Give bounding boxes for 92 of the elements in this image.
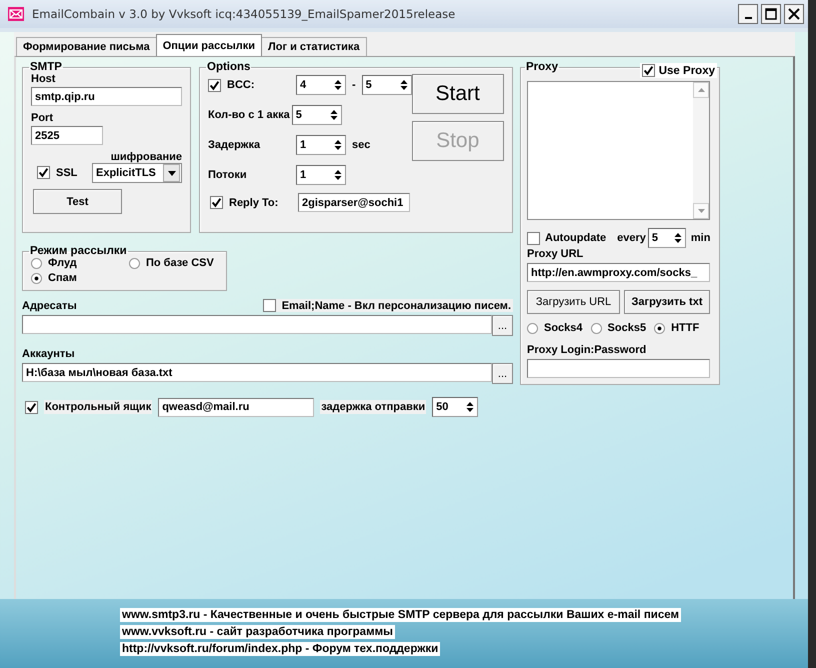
spin-arrows-icon	[333, 78, 343, 92]
proxy-login-field[interactable]	[527, 359, 710, 378]
field-label: Proxy URL	[527, 248, 584, 260]
spin-arrows-icon	[465, 400, 476, 414]
minimize-icon	[744, 17, 752, 19]
field-label: every	[617, 232, 646, 244]
radio-label: Спам	[48, 272, 77, 284]
checkbox-label: Контрольный ящик	[44, 400, 152, 414]
radio-label: Socks4	[544, 322, 583, 334]
envelope-icon	[8, 7, 24, 21]
checkbox-label: Use Proxy	[658, 64, 715, 76]
field-label: Port	[31, 112, 53, 124]
checkbox[interactable]	[642, 64, 655, 77]
browse-button[interactable]: ...	[492, 315, 513, 336]
spin-box[interactable]: 5	[292, 105, 342, 125]
spin-box[interactable]: 1	[296, 135, 346, 155]
footer-link[interactable]: http://vvksoft.ru/forum/index.php - Форум тех.поддержки	[120, 642, 440, 656]
recipients-field[interactable]	[22, 315, 492, 334]
radio-label: HTTF	[671, 322, 700, 334]
checkbox-label: Email;Name - Вкл персонализацию писем.	[282, 300, 511, 312]
radio-button[interactable]	[590, 322, 602, 334]
field-label: задержка отправки	[320, 400, 426, 414]
accounts-field[interactable]: H:\база мыл\новая база.txt	[22, 363, 492, 382]
maximize-icon	[765, 8, 777, 20]
group-title: SMTP	[29, 61, 63, 73]
tab[interactable]: Формирование письма	[16, 37, 157, 56]
radio-label: Флуд	[48, 257, 77, 269]
field-label: Host	[31, 73, 56, 85]
radio-button[interactable]	[31, 272, 42, 284]
unit-label: sec	[352, 139, 370, 151]
checkbox[interactable]	[37, 166, 50, 179]
radio-label: По базе CSV	[146, 257, 214, 269]
start-button[interactable]: Start	[412, 74, 504, 114]
footer-link[interactable]: www.smtp3.ru - Качественные и очень быстрые SMTP сервера для рассылки Ваших e-mail писем	[120, 608, 681, 622]
checkbox-label: SSL	[56, 166, 78, 178]
scroll-down-icon	[698, 209, 704, 213]
spin-arrows-icon	[328, 108, 339, 122]
unit-label: min	[690, 232, 710, 244]
radio-button[interactable]	[527, 322, 538, 334]
spin-box[interactable]: 5	[648, 228, 686, 248]
spin-arrows-icon	[333, 168, 343, 182]
host-field[interactable]: smtp.qip.ru	[31, 87, 182, 106]
spin-box[interactable]: 1	[296, 165, 346, 185]
caret-icon	[168, 170, 176, 176]
spin-arrows-icon	[333, 138, 343, 152]
scroll-up-icon	[698, 88, 704, 92]
radio-button[interactable]	[31, 258, 42, 268]
group-title: Options	[206, 61, 252, 73]
scrollbar[interactable]	[693, 82, 709, 219]
close-icon	[788, 8, 800, 20]
checkbox[interactable]	[208, 78, 221, 92]
encryption-dropdown[interactable]: ExplicitTLS	[92, 163, 182, 183]
control-email-field[interactable]: qweasd@mail.ru	[158, 398, 314, 416]
radio-button[interactable]	[654, 322, 666, 334]
field-label: Аккаунты	[22, 348, 75, 360]
radio-label: Socks5	[608, 322, 646, 334]
spin-box[interactable]: 50	[432, 397, 478, 417]
field-label: Адресаты	[22, 300, 77, 312]
field-label: Proxy Login:Password	[527, 344, 646, 356]
checkbox-label: Reply To:	[229, 196, 280, 208]
field-label: Кол-во с 1 акка	[208, 109, 290, 121]
load-txt-button[interactable]: Загрузить txt	[624, 290, 710, 314]
spin-box[interactable]: 5	[362, 75, 412, 95]
checkbox[interactable]	[210, 196, 223, 209]
port-field[interactable]: 2525	[31, 126, 103, 145]
proxy-url-field[interactable]: http://en.awmproxy.com/socks_	[527, 263, 710, 282]
field-label: Задержка	[208, 139, 262, 151]
field-label: шифрование	[110, 151, 182, 163]
maximize-button[interactable]	[761, 4, 781, 24]
checkbox[interactable]	[527, 232, 540, 244]
footer-link[interactable]: www.vvksoft.ru - сайт разработчика программы	[120, 625, 395, 639]
checkbox[interactable]	[262, 299, 276, 312]
checkbox[interactable]	[25, 400, 38, 414]
radio-button[interactable]	[129, 258, 140, 268]
group-title: Режим рассылки	[29, 245, 128, 257]
tab[interactable]: Лог и статистика	[261, 37, 367, 56]
spin-arrows-icon	[672, 231, 683, 245]
window-title: EmailCombain v 3.0 by Vvksoft icq:434055139_EmailSpamer2015release	[32, 7, 456, 21]
checkbox-label: Autoupdate	[545, 232, 606, 244]
field-label: Потоки	[208, 169, 248, 181]
close-button[interactable]	[784, 4, 804, 24]
spin-arrows-icon	[398, 78, 409, 92]
minimize-button[interactable]	[738, 4, 758, 24]
tab[interactable]: Опции рассылки	[156, 34, 262, 56]
range-dash: -	[352, 79, 356, 91]
reply-to-field[interactable]: 2gisparser@sochi1	[298, 193, 410, 212]
group-title: Proxy	[525, 61, 559, 73]
spin-box[interactable]: 4	[296, 75, 346, 95]
browse-button[interactable]: ...	[492, 363, 513, 384]
checkbox-label: BCC:	[227, 79, 256, 91]
load-url-button[interactable]: Загрузить URL	[527, 290, 620, 314]
test-button[interactable]: Test	[33, 189, 122, 214]
